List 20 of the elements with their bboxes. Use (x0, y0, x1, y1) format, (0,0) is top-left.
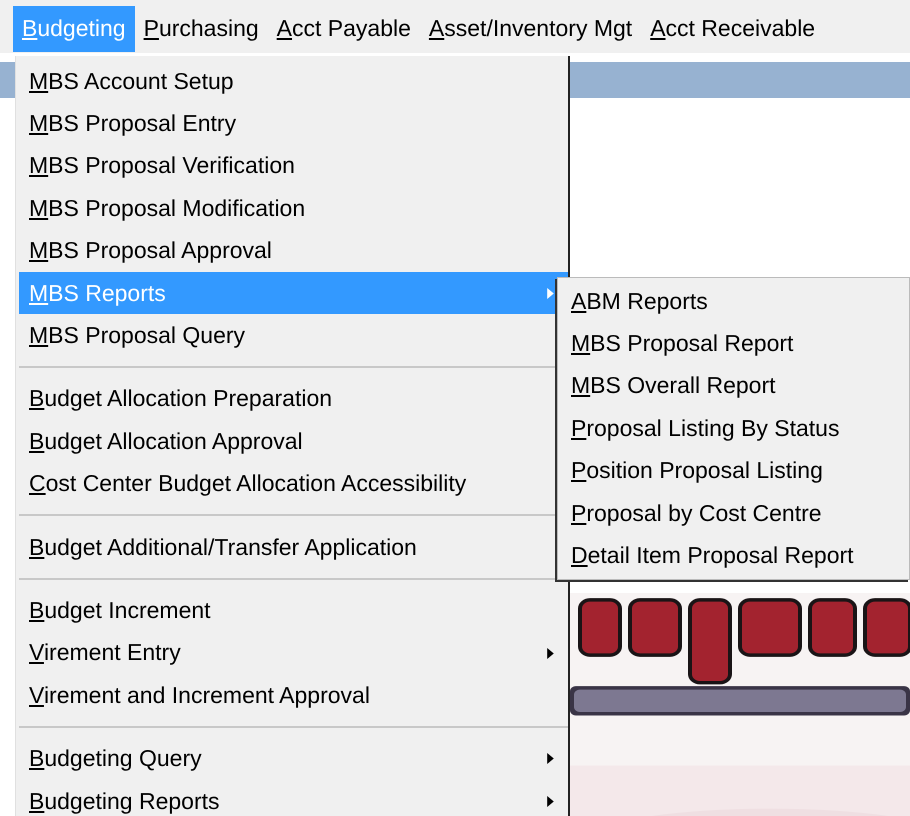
menu-item[interactable]: Virement and Increment Approval (19, 674, 568, 716)
menu-item[interactable]: MBS Proposal Verification (19, 144, 568, 188)
menu-bar-item[interactable]: Asset/Inventory Mgt (420, 6, 642, 52)
menu-item[interactable]: Detail Item Proposal Report (558, 534, 909, 577)
menu-item[interactable]: MBS Overall Report (558, 364, 909, 408)
menu-item[interactable]: Virement Entry (19, 632, 568, 674)
menu-item[interactable]: MBS Account Setup (19, 60, 568, 102)
menu-item[interactable]: Position Proposal Listing (558, 450, 909, 492)
menu-item[interactable]: MBS Proposal Approval (19, 230, 568, 272)
menu-item[interactable]: MBS Proposal Entry (19, 102, 568, 145)
menu-item[interactable]: Budgeting Query (19, 737, 568, 780)
menu-item[interactable]: MBS Proposal Modification (19, 187, 568, 230)
menu-item[interactable]: Proposal by Cost Centre (558, 492, 909, 534)
menu-item[interactable]: Budget Increment (19, 589, 568, 632)
menu-bar-item[interactable]: Acct Receivable (641, 6, 824, 52)
menu-item[interactable]: Proposal Listing By Status (558, 407, 909, 450)
menu-item[interactable]: MBS Proposal Report (558, 322, 909, 365)
menu-item[interactable]: Budgeting Reports (19, 780, 568, 816)
menu-bar-item[interactable]: Acct Payable (268, 6, 420, 52)
menu-bar-item[interactable]: Purchasing (134, 6, 268, 52)
